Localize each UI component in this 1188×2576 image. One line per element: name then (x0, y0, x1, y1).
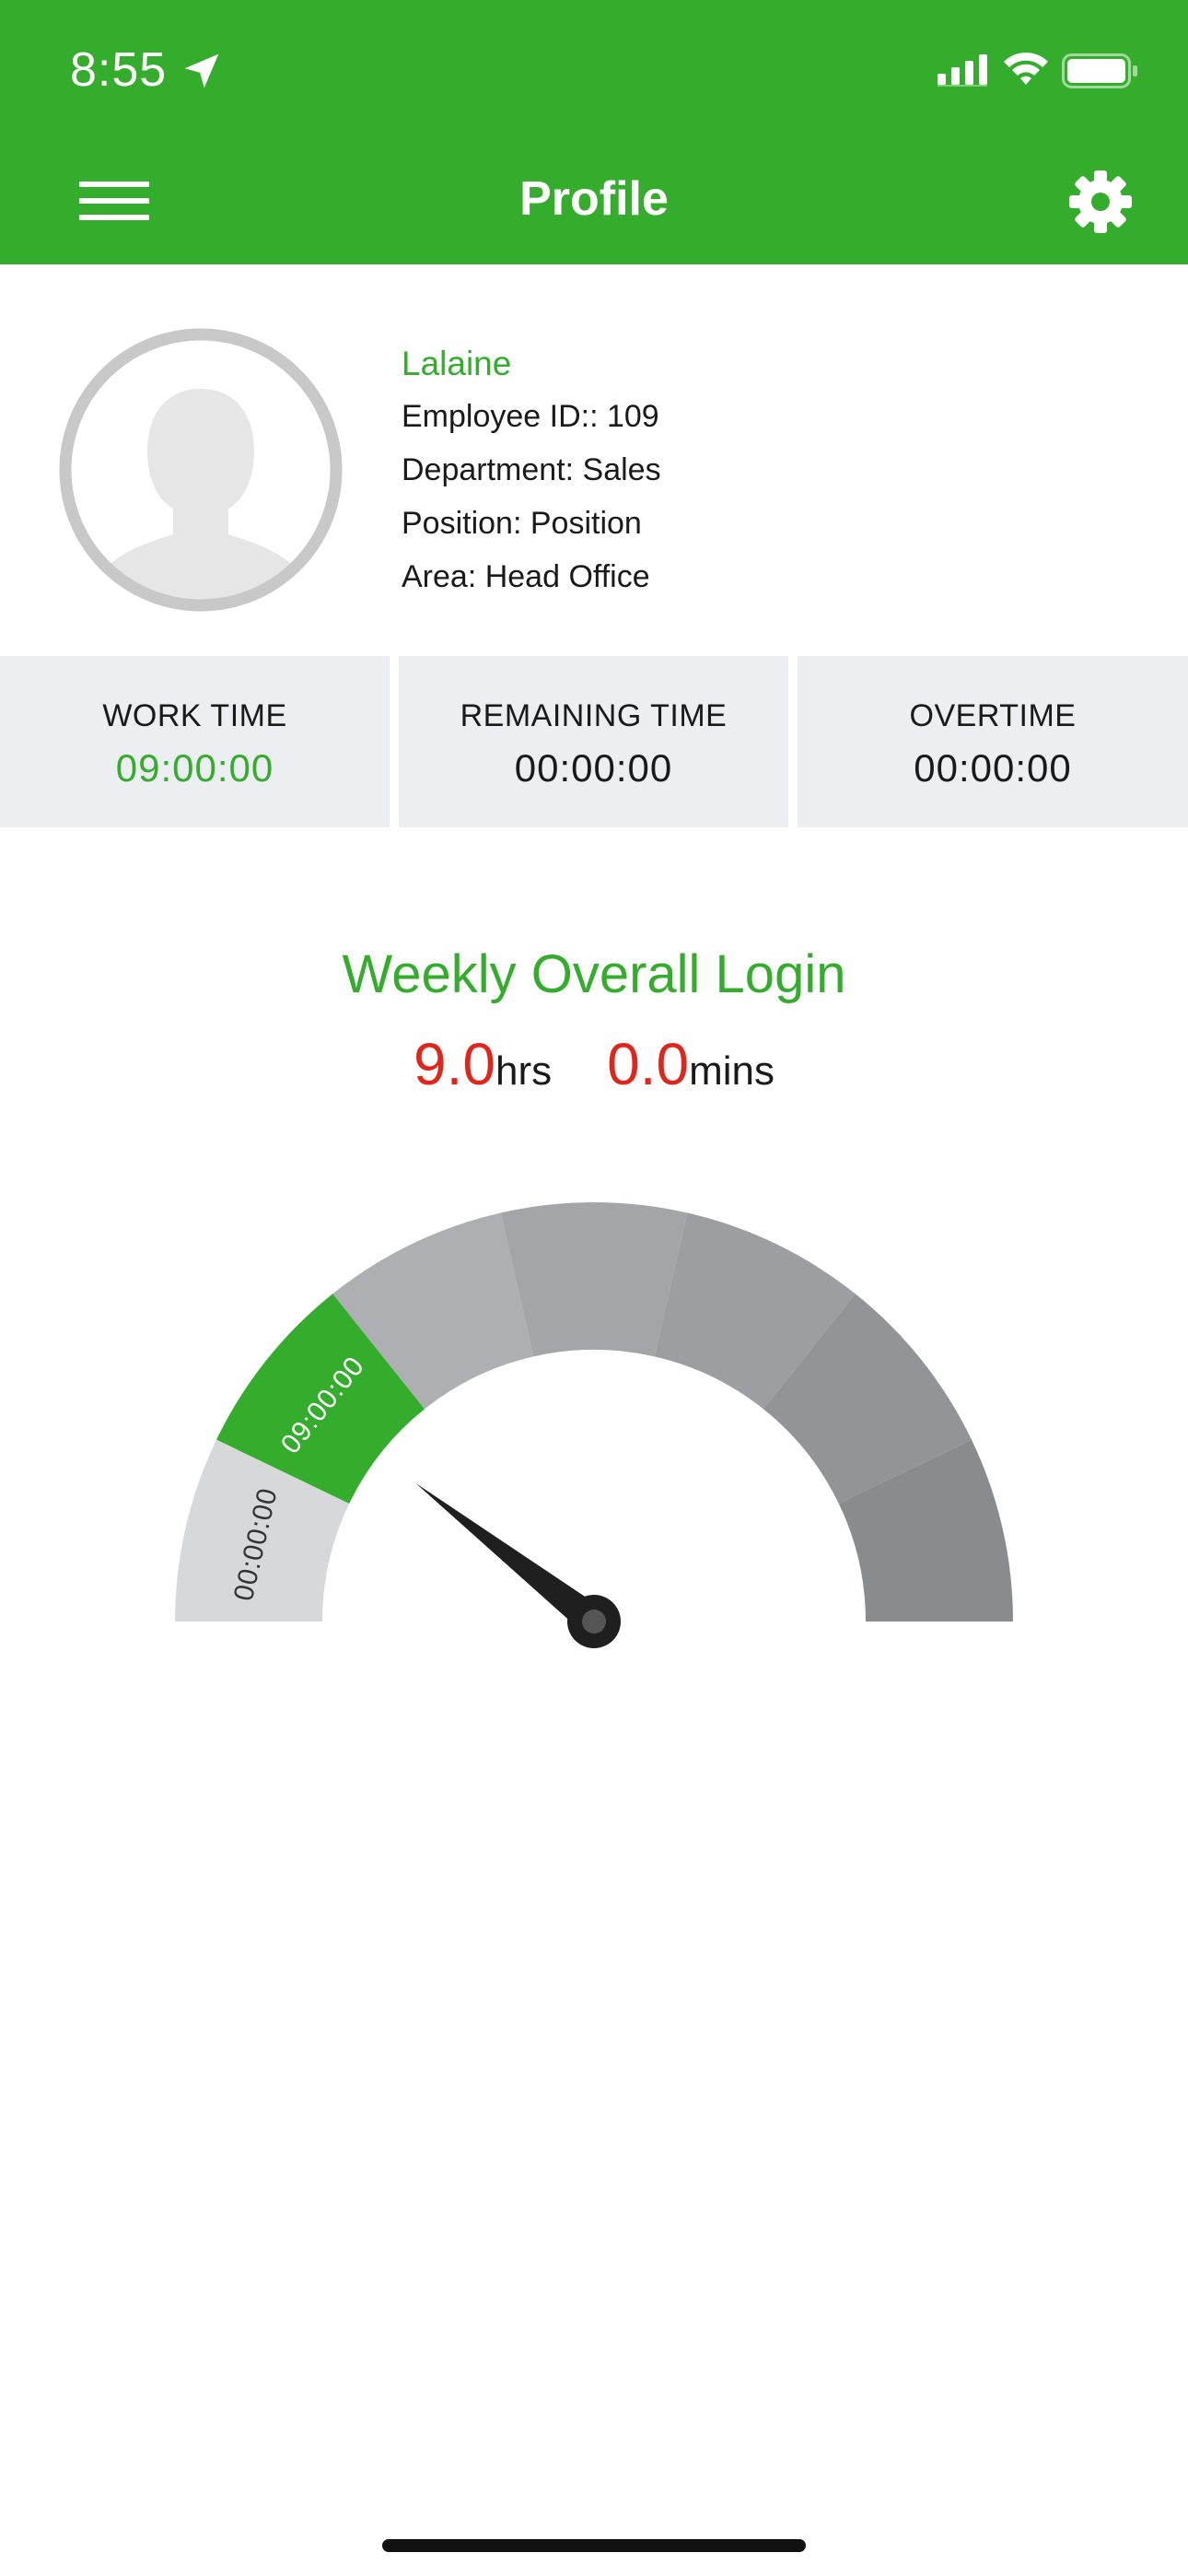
work-time-label: WORK TIME (102, 698, 287, 733)
avatar (59, 328, 343, 612)
location-arrow-icon (184, 53, 219, 88)
profile-name: Lalaine (402, 345, 512, 382)
time-stats: WORK TIME 09:00:00 REMAINING TIME 00:00:… (0, 656, 1188, 827)
wifi-icon (1004, 53, 1048, 85)
hours-value: 9.0 (413, 1031, 495, 1097)
app-header: 8:55 Profile (0, 0, 1188, 264)
battery-icon (1062, 53, 1137, 88)
gear-icon[interactable] (1068, 170, 1133, 234)
remaining-time-card: REMAINING TIME 00:00:00 (399, 656, 788, 827)
mins-value: 0.0 (607, 1031, 690, 1097)
employee-id: Employee ID:: 109 (402, 399, 659, 434)
cellular-signal-icon (938, 54, 987, 87)
home-indicator[interactable] (382, 2539, 806, 2552)
weekly-title: Weekly Overall Login (342, 944, 846, 1004)
work-time-card: WORK TIME 09:00:00 (0, 656, 390, 827)
profile-screen: 8:55 Profile Lalaine Employee ID:: 109 D… (0, 0, 1188, 2576)
hours-unit: hrs (495, 1048, 553, 1094)
area: Area: Head Office (402, 559, 650, 594)
weekly-total: 9.0hrs 0.0mins (0, 1030, 1188, 1098)
remaining-time-value: 00:00:00 (514, 746, 673, 790)
gauge-hub-cap (582, 1610, 606, 1633)
work-time-value: 09:00:00 (115, 746, 274, 790)
status-time: 8:55 (70, 43, 168, 97)
remaining-time-label: REMAINING TIME (460, 698, 728, 733)
department: Department: Sales (402, 452, 661, 487)
page-title: Profile (519, 172, 669, 226)
overtime-label: OVERTIME (909, 698, 1077, 733)
overtime-value: 00:00:00 (914, 746, 1072, 790)
overtime-card: OVERTIME 00:00:00 (798, 656, 1188, 827)
gauge-segment-4 (500, 1202, 688, 1357)
mins-unit: mins (689, 1048, 775, 1094)
position: Position: Position (402, 506, 642, 541)
weekly-login-gauge: 00:00:0009:00:00 (175, 1202, 1013, 1648)
